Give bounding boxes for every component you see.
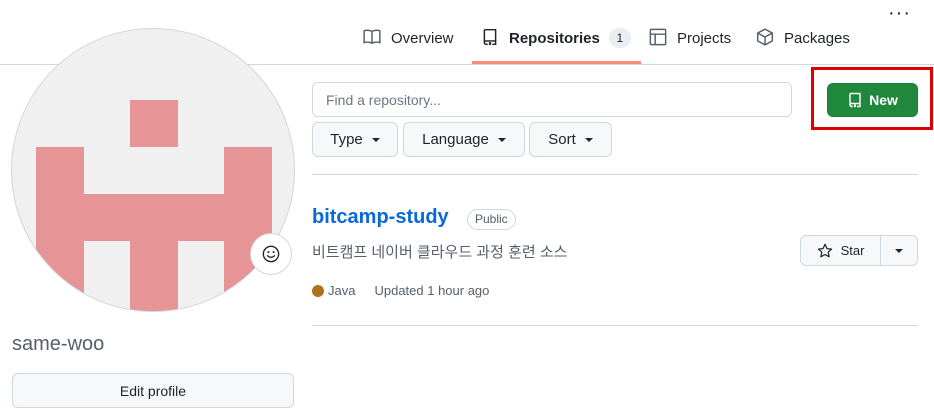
profile-username: same-woo [12, 333, 105, 355]
package-icon [756, 28, 774, 46]
kebab-horizontal-icon[interactable]: ··· [888, 3, 914, 28]
find-repository-input[interactable] [312, 82, 792, 117]
tab-projects[interactable]: Projects [649, 22, 731, 64]
tab-repositories[interactable]: Repositories 1 [472, 22, 641, 64]
repo-language: Java [328, 283, 356, 298]
list-divider-bottom [312, 325, 918, 326]
tab-overview-label: Overview [391, 30, 454, 47]
type-filter-label: Type [330, 131, 363, 148]
repo-description: 비트캠프 네이버 클라우드 과정 훈련 소스 [312, 244, 568, 261]
book-icon [363, 29, 381, 44]
caret-down-icon [371, 137, 380, 142]
star-label: Star [840, 243, 865, 258]
sort-dropdown[interactable]: Sort [529, 122, 612, 157]
caret-down-icon [497, 137, 506, 142]
project-table-icon [649, 28, 667, 46]
tab-packages[interactable]: Packages [756, 22, 850, 64]
tab-projects-label: Projects [677, 30, 732, 47]
repo-icon [483, 28, 497, 46]
identicon-image [36, 100, 272, 311]
set-status-button[interactable] [250, 233, 292, 275]
identicon-pattern [36, 100, 272, 311]
smiley-icon [262, 245, 280, 263]
star-list-dropdown[interactable] [881, 235, 918, 266]
repo-updated: Updated 1 hour ago [374, 283, 490, 298]
new-repository-button[interactable]: New [827, 83, 918, 117]
list-divider-top [312, 174, 918, 175]
tab-overview[interactable]: Overview [363, 22, 454, 64]
new-button-label: New [869, 92, 898, 108]
avatar[interactable] [11, 28, 295, 312]
star-icon [817, 243, 832, 257]
repo-name-link[interactable]: bitcamp-study [312, 206, 449, 229]
star-button[interactable]: Star [800, 235, 881, 266]
language-color-dot [312, 284, 324, 297]
repositories-count-badge: 1 [608, 28, 631, 48]
edit-profile-button[interactable]: Edit profile [12, 373, 294, 408]
caret-down-icon [584, 137, 593, 142]
language-filter-dropdown[interactable]: Language [403, 122, 525, 157]
caret-down-icon [895, 248, 903, 253]
visibility-badge: Public [467, 209, 516, 230]
sort-label: Sort [548, 131, 576, 148]
language-filter-label: Language [422, 131, 489, 148]
repo-icon [849, 92, 861, 108]
tab-packages-label: Packages [784, 30, 850, 47]
tab-repositories-label: Repositories [509, 30, 600, 47]
type-filter-dropdown[interactable]: Type [312, 122, 398, 157]
repo-meta: Java Updated 1 hour ago [312, 283, 489, 298]
star-button-group: Star [800, 235, 918, 266]
